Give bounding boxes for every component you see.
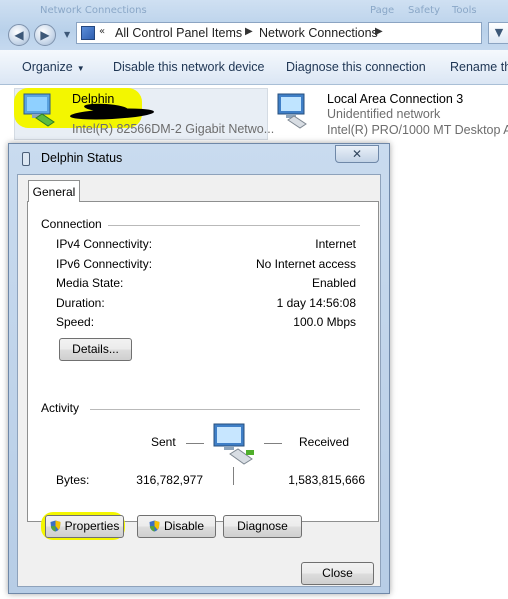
adapter-name: Intel(R) 82566DM-2 Gigabit Netwo... xyxy=(72,122,275,136)
connection-status: Unidentified network xyxy=(327,107,441,121)
uac-shield-icon xyxy=(50,520,61,532)
diagnose-button[interactable]: Diagnose xyxy=(223,515,302,538)
bytes-label: Bytes: xyxy=(56,473,90,487)
disable-device-button[interactable]: Disable this network device xyxy=(113,60,264,74)
close-button[interactable]: Close xyxy=(301,562,374,585)
forward-button[interactable]: ▶ xyxy=(34,24,56,46)
network-adapter-icon xyxy=(23,93,55,127)
tab-general[interactable]: General xyxy=(28,180,80,202)
ipv4-label: IPv4 Connectivity: xyxy=(56,237,153,251)
properties-button[interactable]: Properties xyxy=(45,515,124,538)
back-button[interactable]: ◀ xyxy=(8,24,30,46)
explorer-title-bar: Network Connections Page Safety Tools ◀ … xyxy=(0,0,508,50)
connection-item-delphin[interactable]: Delphin Intel(R) 82566DM-2 Gigabit Netwo… xyxy=(14,88,274,140)
ghost-window-title: Network Connections xyxy=(40,5,147,16)
chevron-down-icon: ▼ xyxy=(76,64,85,73)
sent-label: Sent xyxy=(151,435,176,449)
media-state-label: Media State: xyxy=(56,276,124,290)
control-panel-icon xyxy=(81,26,95,40)
adapter-name: Intel(R) PRO/1000 MT Desktop Ad... xyxy=(327,123,508,137)
disable-label: Disable xyxy=(163,519,205,533)
organize-menu[interactable]: Organize ▼ xyxy=(22,60,85,74)
received-dash xyxy=(264,443,282,444)
breadcrumb-network-connections[interactable]: Network Connections xyxy=(259,26,378,40)
organize-label: Organize xyxy=(22,60,73,74)
ghost-menu-tools: Tools xyxy=(452,5,477,16)
breadcrumb-separator-icon[interactable]: ▶ xyxy=(375,26,383,37)
breadcrumb-separator-icon[interactable]: ▶ xyxy=(245,26,253,37)
close-icon[interactable]: ✕ xyxy=(335,145,379,163)
disable-button[interactable]: Disable xyxy=(137,515,216,538)
connection-name: Local Area Connection 3 xyxy=(327,92,464,106)
sent-dash xyxy=(186,443,204,444)
command-bar: Organize ▼ Disable this network device Di… xyxy=(0,50,508,85)
duration-label: Duration: xyxy=(56,296,105,310)
details-button[interactable]: Details... xyxy=(59,338,132,361)
ipv6-label: IPv6 Connectivity: xyxy=(56,257,153,271)
ipv6-value: No Internet access xyxy=(255,257,356,271)
connection-item-local-area-3[interactable]: Local Area Connection 3 Unidentified net… xyxy=(272,88,508,140)
rename-connection-button[interactable]: Rename th xyxy=(450,60,508,74)
ghost-menu-safety: Safety xyxy=(408,5,440,16)
duration-value: 1 day 14:56:08 xyxy=(276,296,356,310)
general-tab-panel: Connection IPv4 Connectivity: Internet I… xyxy=(27,201,379,522)
breadcrumb-control-panel-items[interactable]: All Control Panel Items xyxy=(115,26,242,40)
media-state-value: Enabled xyxy=(311,276,356,290)
ghost-menu-page: Page xyxy=(370,5,395,16)
section-divider xyxy=(90,409,360,410)
network-adapter-icon xyxy=(277,93,307,129)
network-status-icon xyxy=(22,152,30,166)
received-label: Received xyxy=(299,435,350,449)
recent-pages-dropdown-icon[interactable]: ▼ xyxy=(64,30,70,39)
network-activity-icon xyxy=(213,423,254,465)
ipv4-value: Internet xyxy=(315,237,356,251)
dialog-title: Delphin Status xyxy=(41,151,123,165)
status-dialog: Delphin Status ✕ General Connection IPv4… xyxy=(8,143,390,594)
activity-section-heading: Activity xyxy=(41,401,80,415)
breadcrumb-overflow-icon[interactable]: « xyxy=(99,26,105,37)
bytes-sent-value: 316,782,977 xyxy=(136,473,203,487)
speed-label: Speed: xyxy=(56,315,95,329)
address-bar[interactable]: « All Control Panel Items ▶ Network Conn… xyxy=(76,22,482,44)
bytes-divider xyxy=(233,467,234,485)
section-divider xyxy=(108,225,360,226)
diagnose-connection-button[interactable]: Diagnose this connection xyxy=(286,60,426,74)
uac-shield-icon xyxy=(149,520,160,532)
connection-section-heading: Connection xyxy=(41,217,102,231)
bytes-received-value: 1,583,815,666 xyxy=(288,473,365,487)
properties-label: Properties xyxy=(64,519,120,533)
address-dropdown-button[interactable]: ▼ xyxy=(488,22,508,44)
speed-value: 100.0 Mbps xyxy=(293,315,356,329)
